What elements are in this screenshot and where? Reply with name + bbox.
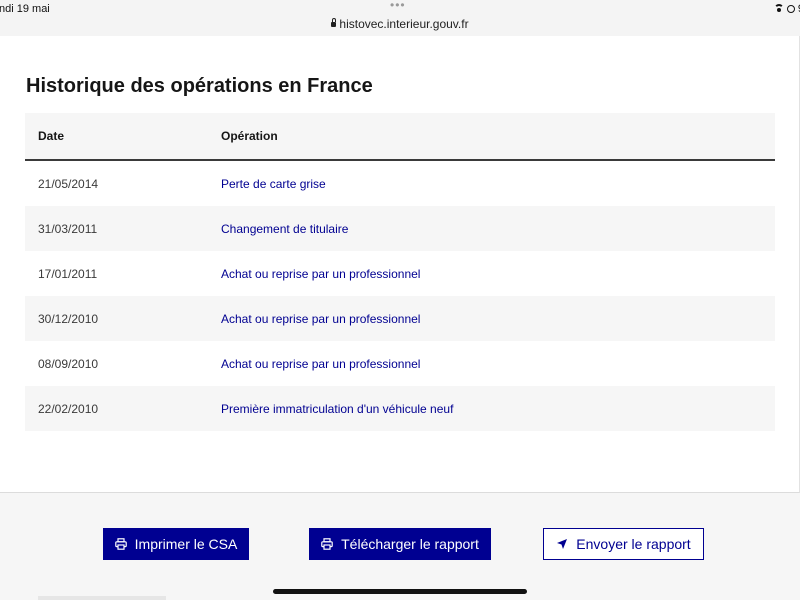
table-row: 17/01/2011 Achat ou reprise par un profe… bbox=[25, 251, 775, 296]
column-header-date: Date bbox=[25, 113, 221, 161]
table-row: 22/02/2010 Première immatriculation d'un… bbox=[25, 386, 775, 431]
table-row: 08/09/2010 Achat ou reprise par un profe… bbox=[25, 341, 775, 386]
section-title: Historique des opérations en France bbox=[26, 75, 373, 97]
print-csa-label: Imprimer le CSA bbox=[134, 536, 238, 552]
status-bar: ndi 19 mai ••• histovec.interieur.gouv.f… bbox=[0, 0, 800, 37]
send-report-button[interactable]: Envoyer le rapport bbox=[543, 528, 704, 560]
table-row: 21/05/2014 Perte de carte grise bbox=[25, 160, 775, 206]
address-bar[interactable]: histovec.interieur.gouv.fr bbox=[0, 17, 800, 31]
row-operation: Première immatriculation d'un véhicule n… bbox=[221, 386, 775, 431]
wifi-icon bbox=[773, 4, 784, 12]
row-date: 17/01/2011 bbox=[38, 266, 98, 281]
table-header-row: Date Opération bbox=[25, 113, 775, 161]
send-report-label: Envoyer le rapport bbox=[576, 536, 691, 552]
row-date: 31/03/2011 bbox=[25, 206, 221, 251]
orientation-lock-icon bbox=[786, 5, 795, 13]
printer-icon bbox=[321, 538, 333, 550]
column-header-operation: Opération bbox=[221, 113, 775, 161]
row-date: 30/12/2010 bbox=[25, 296, 221, 341]
table-row: 30/12/2010 Achat ou reprise par un profe… bbox=[25, 296, 775, 341]
bottom-fragment bbox=[38, 596, 166, 600]
row-date: 21/05/2014 bbox=[38, 176, 99, 191]
history-table: Date Opération 21/05/2014 Perte de carte… bbox=[25, 113, 775, 431]
print-csa-button[interactable]: Imprimer le CSA bbox=[103, 528, 249, 560]
history-card: Historique des opérations en France Date… bbox=[0, 36, 800, 493]
row-operation: Achat ou reprise par un professionnel bbox=[221, 356, 421, 371]
lock-icon bbox=[331, 18, 337, 27]
row-date: 08/09/2010 bbox=[38, 356, 99, 371]
download-report-label: Télécharger le rapport bbox=[341, 536, 479, 552]
printer-icon bbox=[114, 538, 127, 550]
row-operation: Achat ou reprise par un professionnel bbox=[221, 296, 775, 341]
row-operation: Changement de titulaire bbox=[221, 206, 775, 251]
send-arrow-icon bbox=[556, 538, 568, 550]
row-date: 22/02/2010 bbox=[25, 386, 221, 431]
address-url: histovec.interieur.gouv.fr bbox=[339, 17, 469, 31]
home-indicator[interactable] bbox=[273, 589, 527, 594]
multitask-dots-icon[interactable]: ••• bbox=[390, 0, 406, 12]
download-report-button[interactable]: Télécharger le rapport bbox=[309, 528, 491, 560]
status-time: ndi 19 mai bbox=[0, 3, 50, 15]
row-operation: Perte de carte grise bbox=[221, 176, 326, 191]
row-operation: Achat ou reprise par un professionnel bbox=[221, 266, 421, 281]
table-row: 31/03/2011 Changement de titulaire bbox=[25, 206, 775, 251]
status-icons: 9 bbox=[773, 3, 800, 15]
